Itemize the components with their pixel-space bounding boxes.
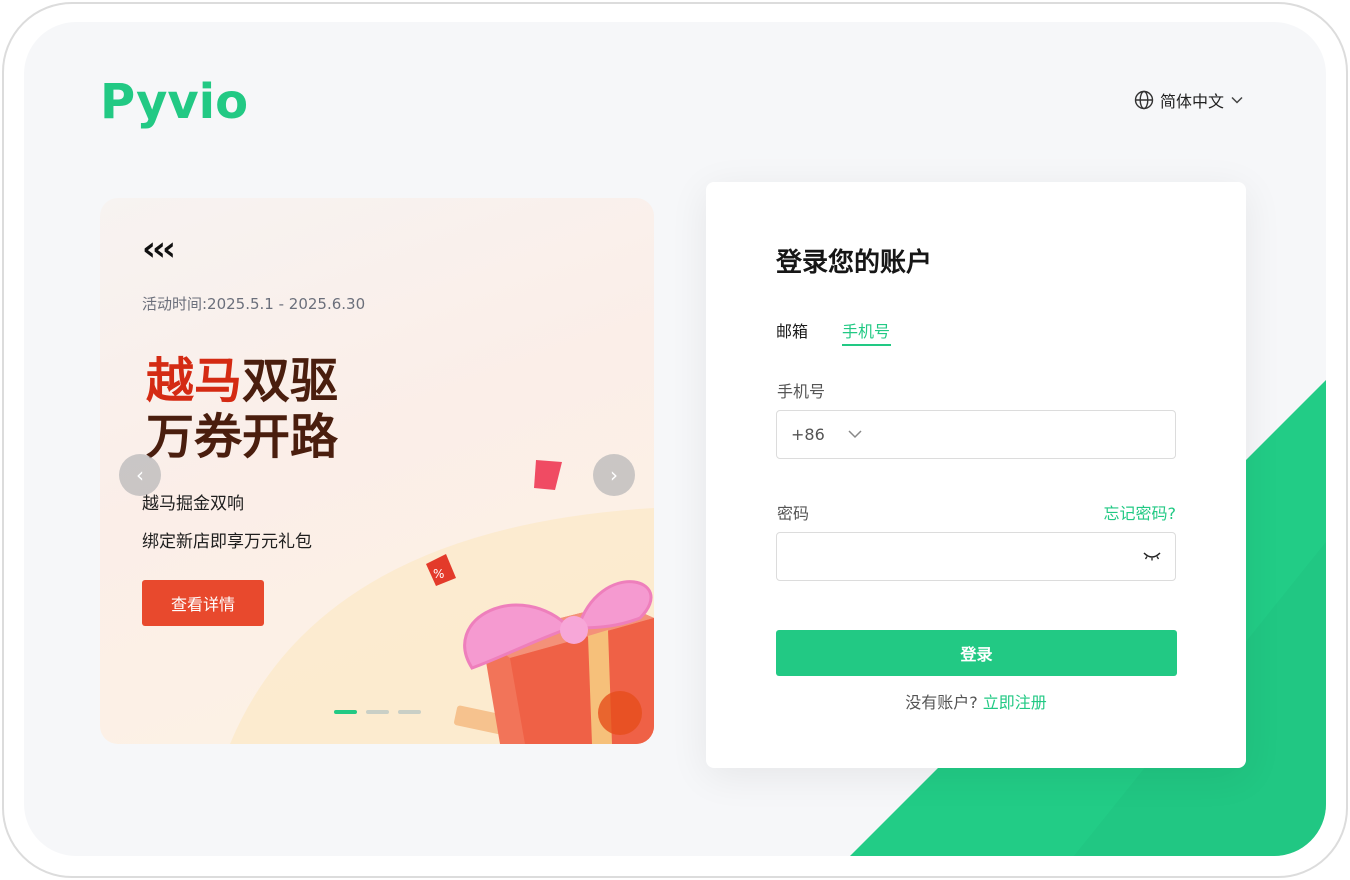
login-card: 登录您的账户 邮箱 手机号 手机号 +86 密码 忘记密码? 登录 没有账户? (706, 182, 1246, 768)
view-details-button[interactable]: 查看详情 (142, 580, 264, 626)
no-account-text: 没有账户? (905, 693, 978, 712)
phone-input-group: +86 (776, 410, 1176, 459)
phone-input[interactable] (877, 419, 1162, 451)
headline-highlight: 越马 (146, 353, 243, 409)
password-input-group (776, 532, 1176, 581)
password-label: 密码 (777, 504, 810, 523)
carousel-dot[interactable] (334, 710, 357, 714)
promo-subline-1: 越马掘金双响 (142, 494, 244, 514)
carousel-dot[interactable] (398, 710, 421, 714)
login-page: Pyvio 简体中文 % ‹‹‹ 活动时间:2025.5.1 - 2025.6.… (24, 22, 1326, 856)
phone-label: 手机号 (777, 382, 826, 401)
login-title: 登录您的账户 (776, 248, 933, 278)
chevron-left-icon: ‹ (136, 463, 144, 487)
chevron-down-icon (1231, 96, 1243, 104)
chevron-down-icon[interactable] (847, 426, 863, 442)
promo-subline-2: 绑定新店即享万元礼包 (142, 532, 312, 552)
quote-mark: ‹‹‹ (142, 229, 176, 269)
language-label: 简体中文 (1160, 92, 1225, 111)
promo-banner: % ‹‹‹ 活动时间:2025.5.1 - 2025.6.30 越马双驱 万券开… (100, 198, 654, 744)
language-selector[interactable]: 简体中文 (1134, 88, 1244, 112)
svg-text:Pyvio: Pyvio (100, 74, 248, 130)
gift-illustration: % (230, 460, 654, 744)
promo-period: 活动时间:2025.5.1 - 2025.6.30 (142, 295, 366, 313)
promo-headline: 越马双驱 万券开路 (146, 353, 338, 465)
svg-text:%: % (433, 567, 444, 581)
signup-prompt: 没有账户? 立即注册 (706, 689, 1246, 713)
carousel-next-button[interactable]: › (593, 454, 635, 496)
eye-closed-icon[interactable] (1143, 549, 1161, 563)
globe-icon (1134, 90, 1154, 110)
signup-link[interactable]: 立即注册 (983, 693, 1047, 712)
password-input[interactable] (791, 541, 1131, 573)
country-code-select[interactable]: +86 (791, 425, 825, 444)
active-tab-indicator (842, 344, 891, 346)
headline-line1: 双驱 (242, 353, 339, 409)
carousel-indicators (334, 710, 421, 714)
tab-phone[interactable]: 手机号 (842, 318, 890, 342)
carousel-prev-button[interactable]: ‹ (119, 454, 161, 496)
headline-line2: 万券开路 (146, 409, 339, 465)
tab-email[interactable]: 邮箱 (776, 318, 808, 342)
chevron-right-icon: › (610, 463, 618, 487)
pyvio-logo: Pyvio (100, 74, 248, 130)
login-button[interactable]: 登录 (776, 630, 1177, 676)
carousel-dot[interactable] (366, 710, 389, 714)
forgot-password-link[interactable]: 忘记密码? (1104, 500, 1177, 524)
